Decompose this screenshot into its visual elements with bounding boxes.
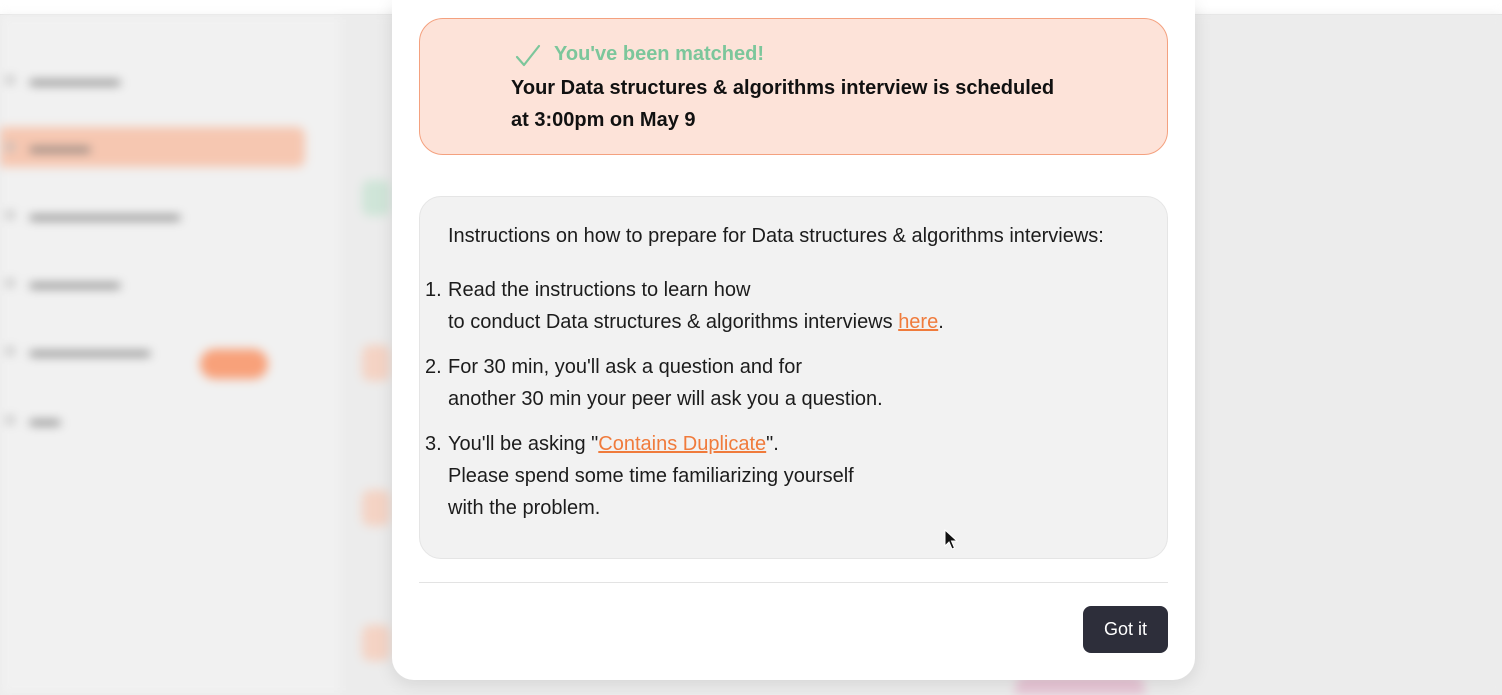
step-text: with the problem.	[448, 497, 601, 519]
instruction-step-1: 1. Read the instructions to learn how to…	[425, 274, 944, 338]
schedule-text-line-1: Your Data structures & algorithms interv…	[511, 77, 1055, 99]
blurred-nav-item: ▬▬	[0, 400, 60, 440]
match-confirmation-modal: You've been matched! Your Data structure…	[392, 0, 1195, 680]
blurred-nav-item: ▬▬▬▬▬▬	[0, 60, 120, 100]
blurred-marker	[362, 345, 390, 381]
blurred-nav-item: ▬▬▬▬▬▬▬▬▬▬	[0, 195, 180, 235]
mouse-cursor-icon	[944, 529, 958, 550]
step-number: 1.	[425, 279, 442, 301]
step-text: another 30 min your peer will ask you a …	[448, 388, 883, 410]
match-banner: You've been matched! Your Data structure…	[419, 18, 1168, 155]
instructions-panel: Instructions on how to prepare for Data …	[419, 196, 1168, 559]
instruction-step-3: 3. You'll be asking "Contains Duplicate"…	[425, 428, 854, 524]
got-it-button[interactable]: Got it	[1083, 606, 1168, 653]
step-text: Read the instructions to learn how	[448, 279, 751, 301]
step-text: Please spend some time familiarizing you…	[448, 465, 854, 487]
schedule-text-line-2: at 3:00pm on May 9	[511, 109, 696, 131]
step-text-part: to conduct Data structures & algorithms …	[448, 311, 899, 333]
check-icon	[515, 44, 541, 67]
instructions-heading: Instructions on how to prepare for Data …	[448, 225, 1104, 247]
step-text-part: You'll be asking "	[448, 433, 599, 455]
instruction-step-2: 2. For 30 min, you'll ask a question and…	[425, 351, 883, 415]
here-link[interactable]: here	[898, 311, 938, 333]
step-text: You'll be asking "Contains Duplicate".	[425, 428, 854, 460]
match-title: You've been matched!	[554, 43, 764, 65]
blurred-badge	[200, 349, 268, 379]
blurred-marker	[362, 625, 390, 661]
step-text-part: .	[938, 311, 944, 333]
blurred-nav-item: ▬▬▬▬▬▬	[0, 263, 120, 303]
blurred-marker	[362, 490, 390, 526]
footer-divider	[419, 582, 1168, 583]
step-text: For 30 min, you'll ask a question and fo…	[448, 356, 803, 378]
blurred-marker	[362, 180, 390, 216]
step-text-part: ".	[766, 433, 779, 455]
step-text: to conduct Data structures & algorithms …	[425, 306, 944, 338]
blurred-nav-item: ▬▬▬▬▬▬▬▬	[0, 331, 150, 371]
blurred-sidebar: ▬▬▬▬▬▬ ▬▬▬▬ ▬▬▬▬▬▬▬▬▬▬ ▬▬▬▬▬▬ ▬▬▬▬▬▬▬▬ ▬…	[0, 15, 340, 695]
blurred-nav-item-active: ▬▬▬▬	[0, 127, 305, 167]
step-number: 2.	[425, 356, 442, 378]
contains-duplicate-link[interactable]: Contains Duplicate	[598, 433, 766, 455]
step-number: 3.	[425, 433, 442, 455]
